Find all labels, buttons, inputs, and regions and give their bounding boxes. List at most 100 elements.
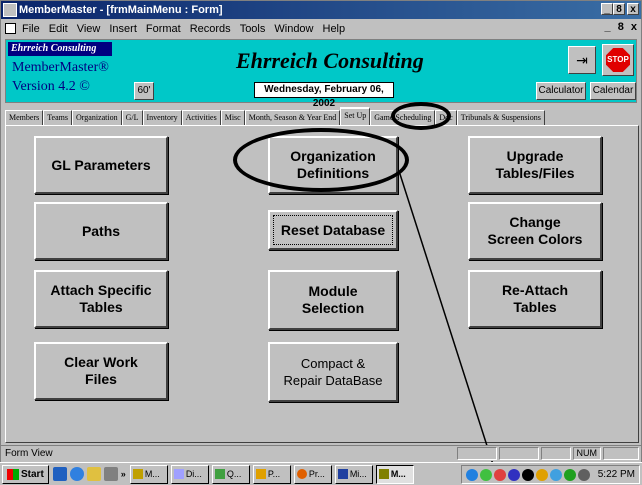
task-button-5[interactable]: Pr... [293, 464, 332, 484]
tab-set-up[interactable]: Set Up [340, 107, 371, 125]
org-line-1: Organization [290, 148, 376, 164]
tab-tribunals-suspensions[interactable]: Tribunals & Suspensions [456, 110, 545, 125]
search-icon [214, 469, 225, 479]
tray-icon[interactable] [479, 468, 492, 481]
tab-inventory[interactable]: Inventory [142, 110, 182, 125]
clear-line-1: Clear Work [64, 354, 138, 370]
stop-button[interactable]: STOP [602, 44, 634, 76]
tray-icon[interactable] [521, 468, 534, 481]
task-button-7[interactable]: M... [375, 464, 414, 484]
task-button-2[interactable]: Di... [170, 464, 209, 484]
colors-line-1: Change [509, 214, 561, 230]
ie-icon[interactable] [69, 467, 84, 481]
tray-icon[interactable] [563, 468, 576, 481]
tab-activities[interactable]: Activities [181, 110, 221, 125]
calculator-button[interactable]: Calculator [536, 82, 586, 100]
windows-flag-icon [7, 468, 19, 480]
num-indicator: NUM [572, 447, 601, 460]
paths-button[interactable]: Paths [34, 202, 168, 260]
module-line-1: Module [308, 283, 358, 299]
stop-icon: STOP [606, 48, 630, 72]
clock[interactable]: 5:22 PM [598, 469, 635, 480]
compact-line-1: Compact & [300, 356, 366, 371]
tray-icon[interactable] [493, 468, 506, 481]
tray-icon[interactable] [465, 468, 478, 481]
task-button-6[interactable]: Mi... [334, 464, 373, 484]
exit-icon: ⇥ [576, 52, 588, 68]
sixty-button[interactable]: 60' [134, 82, 154, 100]
attach-line-1: Attach Specific [50, 282, 152, 298]
task-label: Mi... [349, 469, 367, 479]
outlook-icon[interactable] [86, 467, 101, 481]
task-label: Q... [226, 469, 242, 479]
tab-strip: Members Teams Organization G/L Inventory… [5, 107, 639, 125]
start-label: Start [21, 468, 44, 480]
gl-parameters-button[interactable]: GL Parameters [34, 136, 168, 194]
tab-members[interactable]: Members [5, 110, 44, 125]
title-bar: MemberMaster - [frmMainMenu : Form] _ 8 … [1, 1, 641, 19]
menu-tools[interactable]: Tools [240, 23, 266, 35]
brand-top: Ehrreich Consulting [8, 42, 112, 56]
tab-game-scheduling[interactable]: Game Scheduling [370, 110, 436, 125]
organization-definitions-button[interactable]: Organization Definitions [268, 136, 398, 194]
menu-bar: File Edit View Insert Format Records Too… [1, 20, 641, 37]
tray-icon[interactable] [577, 468, 590, 481]
app-icon [296, 469, 307, 479]
word-icon [337, 469, 348, 479]
menu-file[interactable]: File [22, 23, 40, 35]
chevron-icon[interactable]: » [121, 469, 126, 479]
folder-icon [132, 469, 143, 479]
menu-insert[interactable]: Insert [109, 23, 137, 35]
minimize-button[interactable]: _ [601, 3, 613, 15]
compact-repair-database-button[interactable]: Compact & Repair DataBase [268, 342, 398, 402]
menu-records[interactable]: Records [190, 23, 231, 35]
tab-doc[interactable]: Doc [435, 110, 457, 125]
brand-box: Ehrreich Consulting MemberMaster® Versio… [8, 42, 112, 100]
attach-specific-tables-button[interactable]: Attach Specific Tables [34, 270, 168, 328]
clear-work-files-button[interactable]: Clear Work Files [34, 342, 168, 400]
close-button[interactable]: x [627, 3, 639, 15]
upgrade-line-1: Upgrade [506, 148, 564, 164]
attach-line-2: Tables [79, 299, 123, 315]
app-icon[interactable] [3, 3, 17, 17]
menu-edit[interactable]: Edit [49, 23, 68, 35]
tab-misc[interactable]: Misc [220, 110, 245, 125]
start-button[interactable]: Start [2, 464, 49, 484]
desktop-icon[interactable] [52, 467, 67, 481]
task-button-3[interactable]: Q... [211, 464, 250, 484]
re-attach-tables-button[interactable]: Re-Attach Tables [468, 270, 602, 328]
change-screen-colors-button[interactable]: Change Screen Colors [468, 202, 602, 260]
reset-database-button[interactable]: Reset Database [268, 210, 398, 250]
access-icon [378, 469, 389, 479]
company-title: Ehrreich Consulting [236, 48, 424, 73]
document-window-controls[interactable]: _ 8 x [605, 21, 639, 33]
window-icon [173, 469, 184, 479]
status-text: Form View [5, 448, 53, 459]
quicklaunch-icon[interactable] [103, 467, 118, 481]
tray-icon[interactable] [549, 468, 562, 481]
menu-view[interactable]: View [77, 23, 101, 35]
tab-teams[interactable]: Teams [43, 110, 72, 125]
menu-format[interactable]: Format [146, 23, 181, 35]
calendar-button[interactable]: Calendar [590, 82, 636, 100]
tab-gl[interactable]: G/L [121, 110, 143, 125]
document-icon[interactable] [5, 23, 16, 34]
colors-line-2: Screen Colors [487, 231, 583, 247]
task-label: M... [144, 469, 160, 479]
status-cell-5 [603, 447, 639, 460]
exit-button[interactable]: ⇥ [568, 46, 596, 74]
menu-window[interactable]: Window [274, 23, 313, 35]
task-button-4[interactable]: P... [252, 464, 291, 484]
tab-organization[interactable]: Organization [71, 110, 122, 125]
compact-line-2: Repair DataBase [283, 373, 383, 388]
tray-icon[interactable] [535, 468, 548, 481]
module-selection-button[interactable]: Module Selection [268, 270, 398, 330]
tab-month-season-year-end[interactable]: Month, Season & Year End [244, 110, 341, 125]
menu-help[interactable]: Help [323, 23, 346, 35]
maximize-button[interactable]: 8 [613, 3, 625, 15]
status-cell-1 [456, 447, 497, 460]
task-button-1[interactable]: M... [129, 464, 168, 484]
clear-line-2: Files [85, 371, 117, 387]
upgrade-tables-button[interactable]: Upgrade Tables/Files [468, 136, 602, 194]
tray-icon[interactable] [507, 468, 520, 481]
